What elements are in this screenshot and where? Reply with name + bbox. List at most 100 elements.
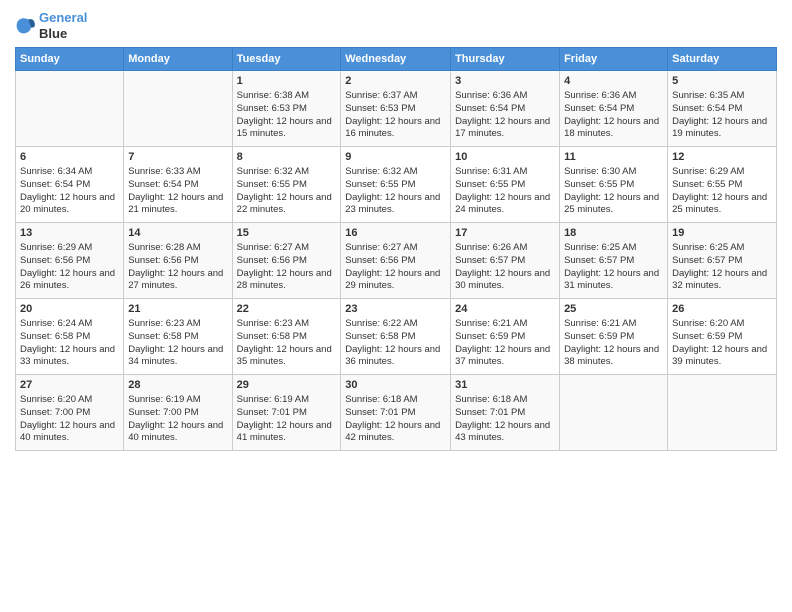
day-info: Sunset: 6:57 PM [672,255,772,268]
header-cell-wednesday: Wednesday [341,48,451,71]
day-cell: 13Sunrise: 6:29 AMSunset: 6:56 PMDayligh… [16,223,124,299]
day-info: Sunset: 6:55 PM [345,179,446,192]
day-info: Daylight: 12 hours and 39 minutes. [672,344,772,370]
header-cell-friday: Friday [560,48,668,71]
day-info: Daylight: 12 hours and 42 minutes. [345,420,446,446]
day-info: Sunrise: 6:18 AM [345,394,446,407]
day-info: Sunrise: 6:35 AM [672,90,772,103]
day-number: 16 [345,226,446,241]
day-cell: 1Sunrise: 6:38 AMSunset: 6:53 PMDaylight… [232,71,341,147]
day-cell: 5Sunrise: 6:35 AMSunset: 6:54 PMDaylight… [668,71,777,147]
day-number: 13 [20,226,119,241]
day-info: Daylight: 12 hours and 38 minutes. [564,344,663,370]
day-info: Sunrise: 6:37 AM [345,90,446,103]
day-info: Sunrise: 6:22 AM [345,318,446,331]
day-cell: 7Sunrise: 6:33 AMSunset: 6:54 PMDaylight… [124,147,232,223]
week-row-1: 1Sunrise: 6:38 AMSunset: 6:53 PMDaylight… [16,71,777,147]
week-row-3: 13Sunrise: 6:29 AMSunset: 6:56 PM Dayligh… [16,223,777,299]
day-number: 25 [564,302,663,317]
day-number: 4 [564,74,663,89]
day-info: Sunrise: 6:23 AM [128,318,227,331]
header: General Blue [15,10,777,41]
day-number: 30 [345,378,446,393]
day-number: 12 [672,150,772,165]
day-cell: 8Sunrise: 6:32 AMSunset: 6:55 PMDaylight… [232,147,341,223]
day-info: Daylight: 12 hours and 27 minutes. [128,268,227,294]
day-info: Sunrise: 6:29 AM [20,242,119,255]
day-info: Sunrise: 6:27 AM [345,242,446,255]
day-info: Sunset: 7:01 PM [345,407,446,420]
day-cell: 19Sunrise: 6:25 AMSunset: 6:57 PMDayligh… [668,223,777,299]
day-info: Daylight: 12 hours and 25 minutes. [672,192,772,218]
day-cell: 21Sunrise: 6:23 AMSunset: 6:58 PMDayligh… [124,299,232,375]
day-info: Sunset: 6:59 PM [672,331,772,344]
day-cell: 9Sunrise: 6:32 AMSunset: 6:55 PMDaylight… [341,147,451,223]
day-info: Sunset: 7:01 PM [237,407,337,420]
day-cell: 12Sunrise: 6:29 AMSunset: 6:55 PMDayligh… [668,147,777,223]
day-cell: 17Sunrise: 6:26 AMSunset: 6:57 PMDayligh… [451,223,560,299]
day-info: Daylight: 12 hours and 21 minutes. [128,192,227,218]
header-row: SundayMondayTuesdayWednesdayThursdayFrid… [16,48,777,71]
day-info: Daylight: 12 hours and 17 minutes. [455,116,555,142]
day-info: Sunset: 6:56 PM [20,255,119,268]
day-cell: 27Sunrise: 6:20 AMSunset: 7:00 PMDayligh… [16,375,124,451]
day-cell: 4Sunrise: 6:36 AMSunset: 6:54 PMDaylight… [560,71,668,147]
day-info: Sunset: 6:57 PM [455,255,555,268]
day-cell: 22Sunrise: 6:23 AMSunset: 6:58 PMDayligh… [232,299,341,375]
day-info: Sunset: 6:54 PM [128,179,227,192]
day-info: Daylight: 12 hours and 20 minutes. [20,192,119,218]
day-number: 7 [128,150,227,165]
day-info: Daylight: 12 hours and 24 minutes. [455,192,555,218]
day-number: 14 [128,226,227,241]
day-number: 31 [455,378,555,393]
day-number: 15 [237,226,337,241]
day-info: Sunrise: 6:27 AM [237,242,337,255]
day-info: Sunrise: 6:19 AM [237,394,337,407]
day-info: Daylight: 12 hours and 33 minutes. [20,344,119,370]
day-info: Sunset: 7:00 PM [128,407,227,420]
day-info: Sunrise: 6:32 AM [237,166,337,179]
day-info: Sunrise: 6:20 AM [672,318,772,331]
day-cell: 30Sunrise: 6:18 AMSunset: 7:01 PMDayligh… [341,375,451,451]
day-cell: 10Sunrise: 6:31 AMSunset: 6:55 PMDayligh… [451,147,560,223]
day-info: Sunset: 6:58 PM [345,331,446,344]
day-number: 23 [345,302,446,317]
day-info: Sunrise: 6:20 AM [20,394,119,407]
day-cell: 6Sunrise: 6:34 AMSunset: 6:54 PMDaylight… [16,147,124,223]
day-cell: 15Sunrise: 6:27 AMSunset: 6:56 PMDayligh… [232,223,341,299]
day-number: 10 [455,150,555,165]
day-number: 2 [345,74,446,89]
day-info: Sunrise: 6:26 AM [455,242,555,255]
day-info: Sunset: 6:57 PM [564,255,663,268]
day-number: 20 [20,302,119,317]
day-number: 18 [564,226,663,241]
day-cell: 2Sunrise: 6:37 AMSunset: 6:53 PMDaylight… [341,71,451,147]
header-cell-monday: Monday [124,48,232,71]
day-info: Daylight: 12 hours and 28 minutes. [237,268,337,294]
header-cell-saturday: Saturday [668,48,777,71]
day-cell [16,71,124,147]
day-number: 21 [128,302,227,317]
day-info: Daylight: 12 hours and 29 minutes. [345,268,446,294]
day-info: Daylight: 12 hours and 30 minutes. [455,268,555,294]
day-cell [124,71,232,147]
header-cell-sunday: Sunday [16,48,124,71]
calendar-table: SundayMondayTuesdayWednesdayThursdayFrid… [15,47,777,451]
day-cell: 24Sunrise: 6:21 AMSunset: 6:59 PMDayligh… [451,299,560,375]
day-info: Daylight: 12 hours and 25 minutes. [564,192,663,218]
day-info: Daylight: 12 hours and 41 minutes. [237,420,337,446]
day-number: 27 [20,378,119,393]
day-number: 17 [455,226,555,241]
day-info: Sunset: 6:54 PM [672,103,772,116]
day-number: 19 [672,226,772,241]
day-number: 26 [672,302,772,317]
header-cell-tuesday: Tuesday [232,48,341,71]
day-info: Sunrise: 6:28 AM [128,242,227,255]
day-number: 9 [345,150,446,165]
day-info: Sunrise: 6:18 AM [455,394,555,407]
day-info: Daylight: 12 hours and 31 minutes. [564,268,663,294]
day-info: Sunset: 6:55 PM [564,179,663,192]
day-number: 5 [672,74,772,89]
day-cell: 25Sunrise: 6:21 AMSunset: 6:59 PMDayligh… [560,299,668,375]
page: General Blue SundayMondayTuesdayWednesda… [0,0,792,612]
